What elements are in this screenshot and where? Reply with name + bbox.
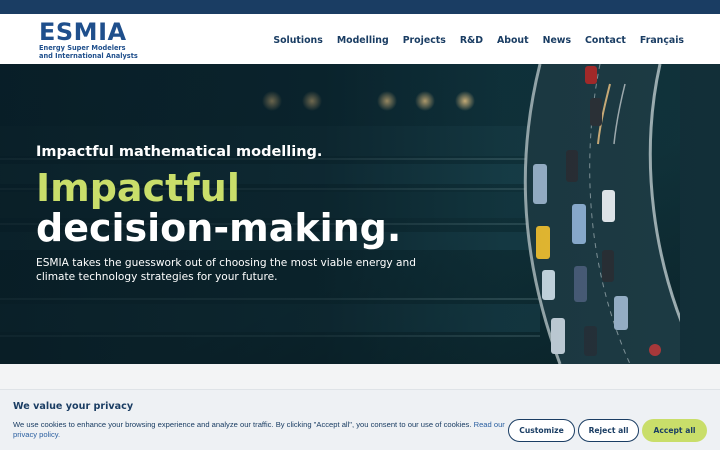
logo-subtitle-line1: Energy Super Modelers (39, 44, 126, 52)
cookie-banner-title: We value your privacy (13, 401, 134, 412)
site-header: ESMIA Energy Super Modelers and Internat… (0, 14, 720, 64)
hero-description: ESMIA takes the guesswork out of choosin… (36, 257, 416, 283)
cookie-banner-text: We use cookies to enhance your browsing … (13, 420, 505, 441)
hero-kicker: Impactful mathematical modelling. (36, 144, 323, 160)
nav-modelling[interactable]: Modelling (337, 35, 389, 46)
logo-wordmark: ESMIA (39, 18, 127, 46)
hero-headline-accent: Impactful (36, 166, 240, 210)
hero-section: Impactful mathematical modelling. Impact… (0, 64, 720, 364)
nav-projects[interactable]: Projects (403, 35, 446, 46)
cookie-banner-message: We use cookies to enhance your browsing … (13, 420, 472, 429)
nav-news[interactable]: News (543, 35, 571, 46)
main-nav: Solutions Modelling Projects R&D About N… (259, 35, 684, 46)
nav-about[interactable]: About (497, 35, 529, 46)
accept-all-button[interactable]: Accept all (642, 419, 707, 442)
customize-button[interactable]: Customize (508, 419, 575, 442)
logo-subtitle-line2: and International Analysts (39, 52, 138, 60)
nav-rnd[interactable]: R&D (460, 35, 483, 46)
nav-solutions[interactable]: Solutions (273, 35, 322, 46)
nav-contact[interactable]: Contact (585, 35, 626, 46)
esmia-logo[interactable]: ESMIA Energy Super Modelers and Internat… (39, 19, 139, 61)
nav-language-francais[interactable]: Français (640, 35, 684, 46)
cookie-banner: We value your privacy We use cookies to … (0, 389, 720, 450)
hero-headline-main: decision-making. (36, 206, 402, 250)
reject-all-button[interactable]: Reject all (578, 419, 639, 442)
top-bar (0, 0, 720, 14)
